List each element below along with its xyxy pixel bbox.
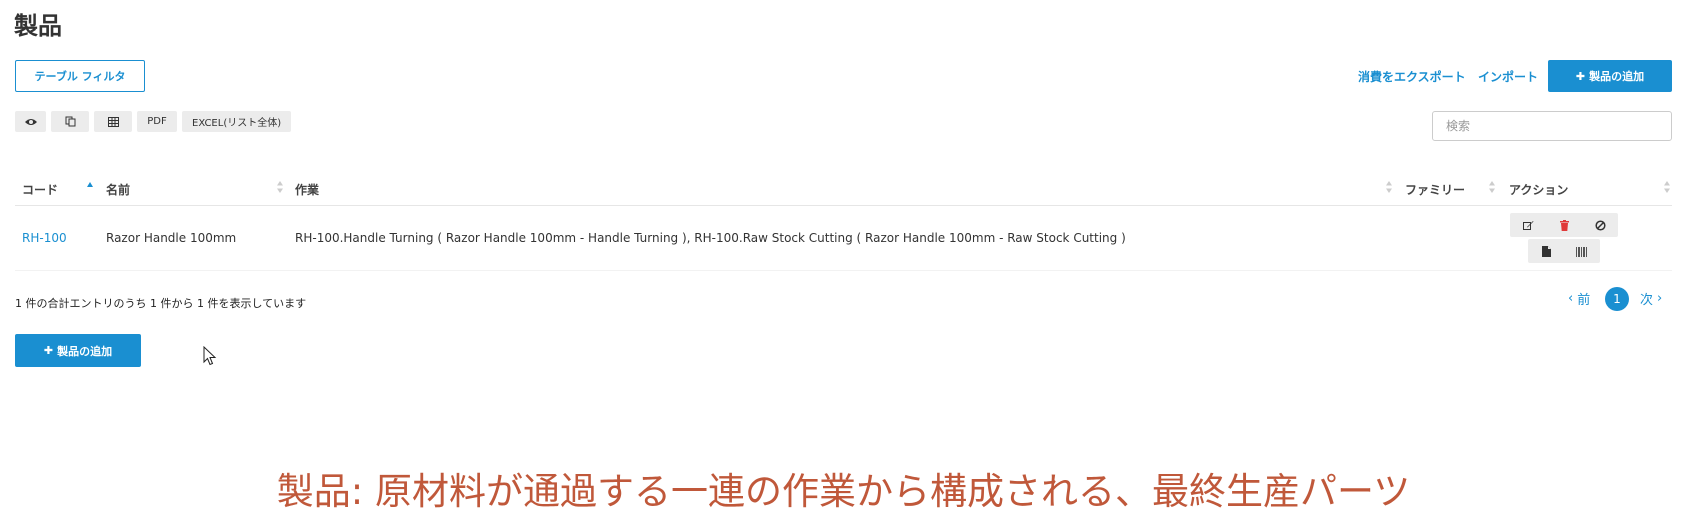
page-title: 製品: [14, 12, 62, 40]
add-product-label: 製品の追加: [1589, 70, 1645, 83]
view-columns-button[interactable]: [15, 111, 46, 132]
prev-page-label: 前: [1577, 293, 1591, 308]
search-input[interactable]: [1432, 111, 1672, 141]
add-product-button-bottom[interactable]: ✚ 製品の追加: [15, 334, 141, 367]
barcode-button[interactable]: [1564, 239, 1600, 263]
sort-icon[interactable]: [1385, 180, 1393, 194]
disable-icon: [1594, 216, 1606, 235]
copy-button[interactable]: [51, 111, 89, 132]
caption-text: 製品: 原材料が通過する一連の作業から構成される、最終生産パーツ: [276, 470, 1411, 513]
plus-icon: ✚: [1575, 69, 1586, 83]
row-actions-bottom: [1528, 239, 1600, 263]
copy-icon: [65, 116, 76, 127]
table-header-divider: [15, 205, 1672, 206]
column-header-family[interactable]: ファミリー: [1405, 181, 1465, 198]
column-header-operations[interactable]: 作業: [295, 181, 319, 198]
grid-icon: [107, 116, 119, 127]
sort-asc-icon[interactable]: [86, 180, 94, 194]
document-button[interactable]: [1528, 239, 1564, 263]
column-header-actions[interactable]: アクション: [1509, 181, 1568, 198]
product-code-link[interactable]: RH-100: [22, 231, 67, 245]
column-header-code[interactable]: コード: [22, 181, 58, 198]
add-product-label: 製品の追加: [57, 344, 113, 358]
row-actions-top: [1510, 213, 1618, 237]
next-page-label: 次: [1640, 293, 1654, 308]
import-link[interactable]: インポート: [1478, 68, 1538, 85]
product-name: Razor Handle 100mm: [106, 231, 237, 245]
export-toolbar: PDF EXCEL(リスト全体): [15, 111, 292, 132]
disable-button[interactable]: [1582, 213, 1618, 237]
next-page-button[interactable]: 次 ›: [1640, 289, 1662, 308]
delete-icon: [1559, 216, 1569, 235]
sort-icon[interactable]: [1488, 180, 1496, 194]
mouse-cursor-icon: [203, 346, 217, 366]
excel-button[interactable]: EXCEL(リスト全体): [182, 111, 292, 132]
chevron-right-icon: ›: [1657, 291, 1663, 306]
table-summary: 1 件の合計エントリのうち 1 件から 1 件を表示しています: [15, 297, 307, 310]
edit-icon: [1522, 216, 1534, 235]
chevron-left-icon: ‹: [1568, 291, 1574, 306]
export-consumption-link[interactable]: 消費をエクスポート: [1358, 68, 1466, 85]
document-icon: [1541, 242, 1551, 261]
sort-icon[interactable]: [1663, 180, 1671, 194]
table-filter-button[interactable]: テーブル フィルタ: [15, 60, 145, 92]
table-bottom-divider: [15, 270, 1672, 271]
pdf-button[interactable]: PDF: [137, 111, 177, 132]
plus-icon: ✚: [43, 344, 54, 357]
barcode-icon: [1576, 242, 1588, 261]
delete-button[interactable]: [1546, 213, 1582, 237]
csv-button[interactable]: [94, 111, 132, 132]
eye-icon: [24, 117, 38, 127]
page-number-current[interactable]: 1: [1605, 287, 1629, 311]
sort-icon[interactable]: [276, 180, 284, 194]
prev-page-button[interactable]: ‹ 前: [1568, 289, 1590, 308]
add-product-button-top[interactable]: ✚ 製品の追加: [1548, 60, 1672, 92]
edit-button[interactable]: [1510, 213, 1546, 237]
column-header-name[interactable]: 名前: [106, 181, 130, 198]
product-operations: RH-100.Handle Turning ( Razor Handle 100…: [295, 231, 1126, 245]
